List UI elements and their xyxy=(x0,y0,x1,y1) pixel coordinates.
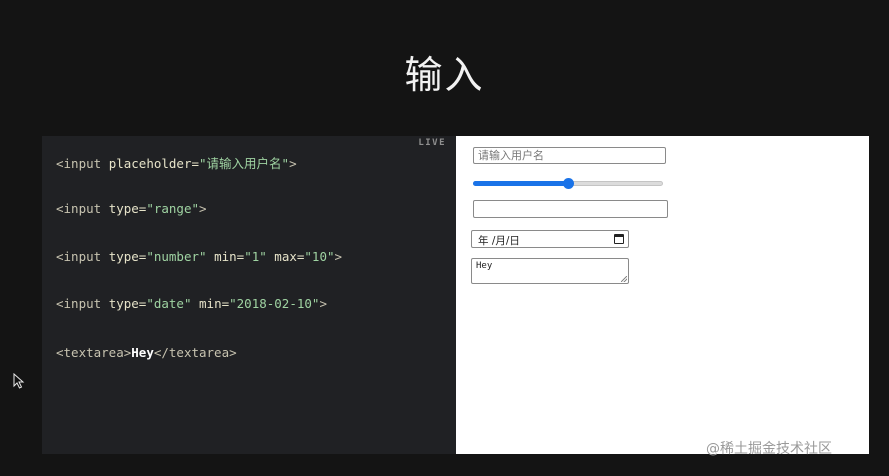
slide-title: 输入 xyxy=(404,53,485,97)
live-badge: LIVE xyxy=(418,138,446,148)
code-token: > xyxy=(319,296,327,311)
code-token: <textarea> xyxy=(56,345,132,360)
code-line-textarea: <textarea>Hey</textarea> xyxy=(56,345,237,360)
code-token: type= xyxy=(108,201,147,216)
range-slider[interactable] xyxy=(473,178,663,189)
code-line-date-input: <input type="date" min="2018-02-10"> xyxy=(56,296,327,311)
code-token: <input xyxy=(56,296,109,311)
code-token: type= xyxy=(108,296,147,311)
range-fill xyxy=(473,181,568,186)
number-input[interactable] xyxy=(473,200,668,218)
code-token: "number" xyxy=(146,249,207,264)
code-token: "10" xyxy=(304,249,335,264)
code-token: min= xyxy=(214,249,245,264)
code-token: > xyxy=(289,156,297,171)
textarea-input[interactable]: Hey xyxy=(471,258,629,284)
code-token: placeholder= xyxy=(108,156,199,171)
code-token: > xyxy=(199,201,207,216)
code-token: "请输入用户名" xyxy=(199,156,290,171)
code-token: <input xyxy=(56,156,109,171)
mouse-pointer-icon xyxy=(13,373,25,389)
code-token: </textarea> xyxy=(153,345,237,360)
live-preview-panel: 年 /月/日 Hey xyxy=(456,136,869,454)
date-placeholder: 年 /月/日 xyxy=(478,235,520,247)
code-line-text-input: <input placeholder="请输入用户名"> xyxy=(56,153,297,172)
code-token: type= xyxy=(108,249,147,264)
code-token: min= xyxy=(199,296,230,311)
textarea-value: Hey xyxy=(476,261,493,271)
code-editor-panel[interactable]: LIVE <input placeholder="请输入用户名"> <input… xyxy=(42,136,456,454)
code-token: "2018-02-10" xyxy=(229,296,320,311)
code-token: "range" xyxy=(146,201,200,216)
range-thumb[interactable] xyxy=(563,178,574,189)
date-input[interactable]: 年 /月/日 xyxy=(471,230,629,248)
code-token: "1" xyxy=(244,249,267,264)
resize-grip-icon[interactable] xyxy=(621,276,627,282)
code-token: <input xyxy=(56,249,109,264)
code-token: "date" xyxy=(146,296,192,311)
code-token: <input xyxy=(56,201,109,216)
code-token: Hey xyxy=(131,345,154,360)
calendar-icon[interactable] xyxy=(614,234,624,244)
code-line-range-input: <input type="range"> xyxy=(56,201,207,216)
code-token: > xyxy=(334,249,343,264)
watermark: @稀土掘金技术社区 xyxy=(706,441,832,457)
code-token: max= xyxy=(274,249,305,264)
code-line-number-input: <input type="number" min="1" max="10"> xyxy=(56,249,342,264)
username-text-input[interactable] xyxy=(473,147,666,164)
